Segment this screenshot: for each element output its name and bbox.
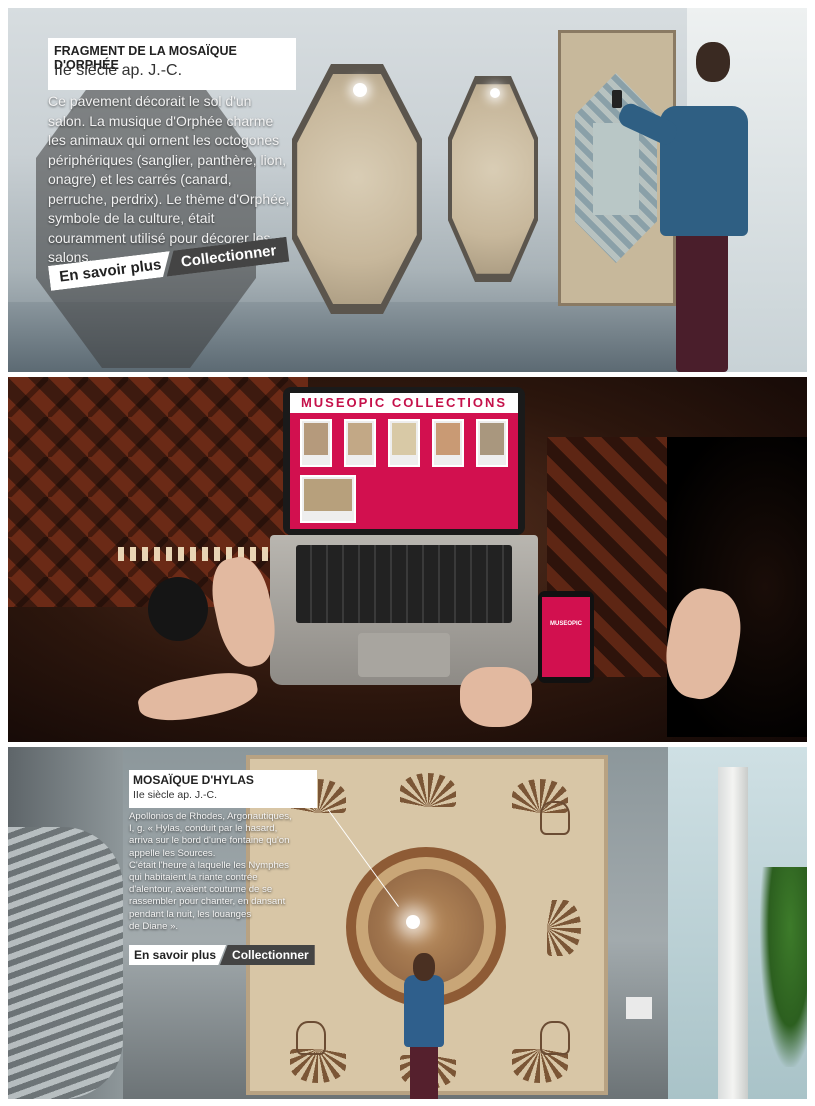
collection-thumbnail[interactable] [432, 419, 464, 467]
description-line: pendant la nuit, les louanges [129, 908, 252, 920]
laptop-scene: MUSEOPIC COLLECTIONS MUSEOPIC [8, 377, 807, 742]
collection-thumbnail[interactable] [300, 419, 332, 467]
museum-wall-scene: FRAGMENT DE LA MOSAÏQUE D'ORPHÉE IIe siè… [8, 8, 807, 372]
vase-icon [540, 1021, 570, 1055]
vase-icon [296, 1021, 326, 1055]
artwork-date: IIe siècle ap. J.-C. [133, 789, 218, 801]
description-line: I, g. « Hylas, conduit par le hasard, [129, 823, 278, 835]
mosaic-hexagon-panel [558, 30, 676, 306]
phone-icon [612, 90, 622, 108]
description-line: de Diane ». [129, 920, 179, 932]
column [718, 767, 748, 1099]
ar-action-buttons: En savoir plus Collectionner [129, 945, 315, 965]
spiral-staircase [8, 827, 123, 1099]
description-line: appelle les Sources. [129, 847, 216, 859]
hotspot-marker[interactable] [406, 915, 420, 929]
plant [760, 867, 807, 1067]
hotspot-marker[interactable] [490, 88, 500, 98]
hand [460, 667, 532, 727]
phone-app-label: MUSEOPIC [549, 621, 582, 627]
vase-icon [540, 801, 570, 835]
description-line: périphériques (sanglier, panthère, lion, [48, 151, 287, 168]
description-line: symbole de la culture, était [48, 210, 215, 226]
artwork-title-card: MOSAÏQUE D'HYLAS IIe siècle ap. J.-C. [129, 770, 317, 808]
collect-button[interactable]: Collectionner [220, 945, 315, 965]
collection-thumbnail[interactable] [344, 419, 376, 467]
description-line: C'était l'heure à laquelle les Nymphes [129, 859, 289, 871]
description-line: perruche, perdrix). Le thème d'Orphée, [48, 190, 290, 207]
description-line: d'alentour, avaient coutume de se [129, 884, 273, 896]
hotspot-marker[interactable] [353, 83, 367, 97]
description-line: salon. La musique d'Orphée charme [48, 112, 274, 129]
description-line: Ce pavement décorait le sol d'un [48, 93, 252, 109]
collection-thumbnail[interactable] [300, 475, 356, 523]
description-line: rassembler pour chanter, en dansant [129, 896, 286, 908]
collection-thumbnail[interactable] [476, 419, 508, 467]
description-line: qui habitaient la riante contrée [129, 872, 258, 884]
artwork-date: IIe siècle ap. J.-C. [54, 62, 183, 79]
mug [148, 577, 208, 641]
hylas-mosaic-scene: MOSAÏQUE D'HYLAS IIe siècle ap. J.-C. Ap… [8, 747, 807, 1099]
laptop-keyboard [296, 545, 512, 623]
artwork-description: Apollonios de Rhodes, Argonautiques, I, … [129, 811, 339, 933]
description-line: les animaux qui ornent les octogones [48, 132, 280, 148]
laptop-trackpad [358, 633, 450, 677]
mosaic-boar-octagon [448, 76, 538, 282]
description-line: Apollonios de Rhodes, Argonautiques, [129, 811, 292, 822]
info-plaque [626, 997, 652, 1019]
app-header: MUSEOPIC COLLECTIONS [290, 393, 518, 413]
artwork-title: MOSAÏQUE D'HYLAS [133, 773, 254, 787]
collection-thumbnail[interactable] [388, 419, 420, 467]
mosaic-panther-octagon [292, 64, 422, 314]
smartphone: MUSEOPIC [538, 591, 594, 683]
collections-screen: MUSEOPIC COLLECTIONS [290, 393, 518, 529]
learn-more-button[interactable]: En savoir plus [129, 945, 227, 965]
carpet-pattern [8, 377, 308, 607]
description-line: onagre) et les carrés (canard, [48, 171, 232, 187]
artwork-title-card: FRAGMENT DE LA MOSAÏQUE D'ORPHÉE IIe siè… [48, 38, 296, 90]
arm [135, 666, 261, 728]
description-line: arriva sur le bord d'une fontaine qu'on [129, 835, 290, 847]
